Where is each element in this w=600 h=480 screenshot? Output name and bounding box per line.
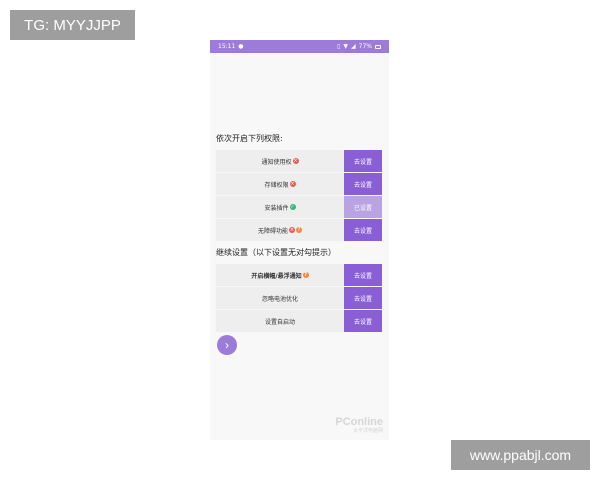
watermark-tag: TG: MYYJJPP bbox=[10, 10, 135, 40]
setting-label-text: 忽略电池优化 bbox=[261, 295, 298, 303]
permission-label-text: 通知使用权 bbox=[261, 158, 292, 166]
setting-label: 忽略电池优化 bbox=[216, 287, 344, 309]
setting-row-battery: 忽略电池优化 去设置 bbox=[216, 287, 382, 309]
go-settings-button[interactable]: 去设置 bbox=[344, 287, 382, 309]
watermark-sub: 太平洋电脑网 bbox=[352, 428, 383, 434]
permission-row-accessibility: 无障碍功能 ×? 去设置 bbox=[216, 219, 382, 241]
setting-label-text: 设置自启动 bbox=[264, 318, 295, 326]
setting-label-text: 开启横幅/悬浮通知 bbox=[251, 272, 302, 280]
next-button[interactable]: › bbox=[217, 335, 237, 355]
x-circle-icon: × bbox=[292, 157, 299, 164]
watermark-site: www.ppabjl.com bbox=[451, 440, 590, 470]
permission-label: 通知使用权 × bbox=[216, 150, 344, 172]
already-set-button[interactable]: 已设置 bbox=[344, 196, 382, 218]
signal-icon: ◢ bbox=[351, 42, 356, 50]
permission-row-plugin: 安装插件 ✓ 已设置 bbox=[216, 196, 382, 218]
check-circle-icon: ✓ bbox=[289, 203, 296, 210]
chevron-right-icon: › bbox=[225, 338, 229, 352]
permission-row-notification: 通知使用权 × 去设置 bbox=[216, 150, 382, 172]
permission-label-text: 存储权限 bbox=[264, 181, 289, 189]
vibrate-icon: ▯ bbox=[337, 42, 341, 50]
x-circle-icon: × bbox=[289, 180, 296, 187]
question-circle-icon[interactable]: ? bbox=[302, 272, 309, 278]
setting-label: 设置自启动 bbox=[216, 310, 344, 332]
go-settings-button[interactable]: 去设置 bbox=[344, 264, 382, 286]
permission-label: 存储权限 × bbox=[216, 173, 344, 195]
section-title-continue: 继续设置（以下设置无对勾提示） bbox=[216, 248, 336, 257]
x-circle-icon: × bbox=[289, 226, 295, 233]
permission-row-storage: 存储权限 × 去设置 bbox=[216, 173, 382, 195]
go-settings-button[interactable]: 去设置 bbox=[344, 150, 382, 172]
permission-label: 安装插件 ✓ bbox=[216, 196, 344, 218]
phone-screen: 15:11 ● ▯ ▼ ◢ 77% 依次开启下列权限: 通知使用权 × 去设置 存… bbox=[210, 40, 389, 440]
question-circle-icon[interactable]: ? bbox=[296, 227, 302, 233]
battery-percent: 77% bbox=[358, 43, 372, 50]
chat-icon: ● bbox=[238, 42, 244, 50]
status-time: 15:11 bbox=[218, 43, 236, 50]
wifi-icon: ▼ bbox=[343, 42, 349, 50]
watermark-brand: PConline bbox=[335, 416, 383, 428]
section-title-permissions: 依次开启下列权限: bbox=[216, 134, 283, 143]
setting-label: 开启横幅/悬浮通知? bbox=[216, 264, 344, 286]
permission-label-text: 无障碍功能 bbox=[257, 227, 288, 235]
go-settings-button[interactable]: 去设置 bbox=[344, 219, 382, 241]
setting-row-banner: 开启横幅/悬浮通知? 去设置 bbox=[216, 264, 382, 286]
go-settings-button[interactable]: 去设置 bbox=[344, 310, 382, 332]
permission-label-text: 安装插件 bbox=[264, 204, 289, 212]
go-settings-button[interactable]: 去设置 bbox=[344, 173, 382, 195]
status-bar: 15:11 ● ▯ ▼ ◢ 77% bbox=[210, 40, 389, 53]
pconline-watermark: PConline 太平洋电脑网 bbox=[335, 416, 383, 435]
setting-row-autostart: 设置自启动 去设置 bbox=[216, 310, 382, 332]
permission-label: 无障碍功能 ×? bbox=[216, 219, 344, 241]
battery-icon bbox=[375, 44, 381, 49]
